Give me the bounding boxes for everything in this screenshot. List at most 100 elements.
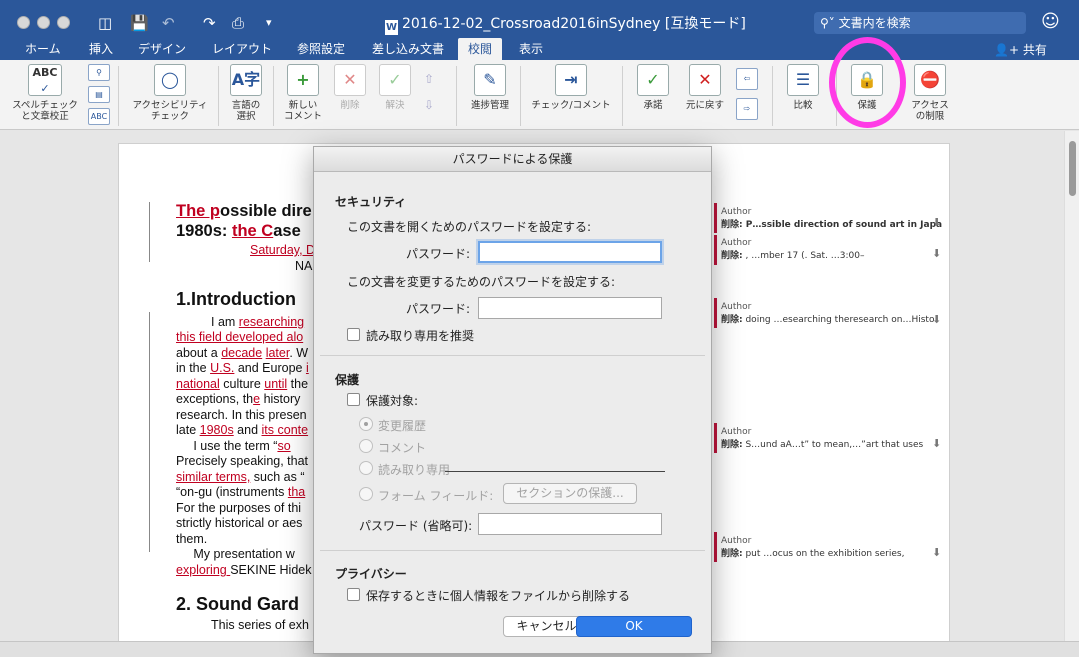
tab-insert[interactable]: 挿入	[89, 38, 113, 60]
password-protection-dialog: パスワードによる保護 セキュリティ この文書を開くためのパスワードを設定する: …	[313, 146, 712, 654]
comment-balloon[interactable]: Author 削除: P…ssible direction of sound ar…	[721, 207, 942, 230]
search-icon: ⚲˅	[820, 16, 839, 30]
accept-icon: ✓	[637, 64, 669, 96]
comment-balloon[interactable]: Author 削除: S…und aA…t” to mean,…”art that…	[721, 427, 923, 450]
ok-button[interactable]: OK	[576, 616, 692, 637]
document-search-input[interactable]: ⚲˅ 文書内を検索	[814, 12, 1026, 34]
radio-comments[interactable]	[359, 439, 373, 453]
comment-expand-icon[interactable]: ⬇	[932, 216, 941, 229]
restrict-access-button[interactable]: ⛔ アクセス の制限	[902, 64, 958, 122]
readonly-recommend-label: 読み取り専用を推奨	[366, 329, 475, 343]
remove-personal-info-checkbox[interactable]	[347, 588, 360, 601]
comment-balloon[interactable]: Author 削除: put …ocus on the exhibition se…	[721, 536, 904, 559]
password-label: パスワード:	[406, 302, 471, 316]
tab-references[interactable]: 参照設定	[297, 38, 345, 60]
smart-lookup-icon[interactable]: ⚲	[88, 64, 110, 81]
accept-button[interactable]: ✓ 承諾	[628, 64, 678, 111]
new-comment-button[interactable]: + 新しい コメント	[280, 64, 326, 122]
delete-comment-icon: ✕	[334, 64, 366, 96]
accessibility-icon: ◯	[154, 64, 186, 96]
vertical-scrollbar[interactable]	[1064, 131, 1079, 641]
track-changes-button[interactable]: ✎ 進捗管理	[462, 64, 518, 111]
spelling-grammar-button[interactable]: ABC ✓ スペルチェック と文章校正	[10, 64, 80, 122]
ribbon-divider	[520, 66, 521, 126]
ribbon-divider	[273, 66, 274, 126]
modify-password-label: この文書を変更するためのパスワードを設定する:	[347, 275, 616, 289]
resolve-comment-button[interactable]: ✓ 解決	[375, 64, 415, 111]
protection-heading: 保護	[335, 373, 360, 387]
tab-design[interactable]: デザイン	[138, 38, 186, 60]
comment-expand-icon[interactable]: ⬇	[932, 313, 941, 326]
body-line: about a decade later. W	[176, 346, 309, 360]
sidebar-toggle-icon[interactable]: ◫	[98, 14, 112, 32]
reject-button[interactable]: ✕ 元に戻す	[682, 64, 728, 111]
share-button[interactable]: 👤+ 共有	[994, 41, 1047, 58]
delete-comment-button[interactable]: ✕ 削除	[330, 64, 370, 111]
radio-form-fields[interactable]	[359, 487, 373, 501]
body-line: late 1980s and its conte	[176, 423, 309, 437]
zoom-window-button[interactable]	[57, 16, 70, 29]
doc-title-line1: The possible dire	[176, 202, 312, 220]
close-window-button[interactable]	[17, 16, 30, 29]
language-button[interactable]: A字 言語の 選択	[224, 64, 268, 122]
track-changes-icon: ✎	[474, 64, 506, 96]
radio-readonly[interactable]	[359, 461, 373, 475]
print-icon[interactable]: ⎙	[232, 14, 244, 32]
minimize-window-button[interactable]	[37, 16, 50, 29]
protect-target-checkbox[interactable]	[347, 393, 360, 406]
review-ribbon: ABC ✓ スペルチェック と文章校正 ⚲ ▤ ABC ◯ アクセシビリティ チェ…	[0, 60, 1079, 130]
optional-password-label: パスワード (省略可):	[359, 519, 473, 533]
save-icon[interactable]: 💾	[130, 14, 149, 32]
tab-home[interactable]: ホーム	[25, 38, 61, 60]
new-comment-icon: +	[287, 64, 319, 96]
radio-track-changes[interactable]	[359, 417, 373, 431]
comment-expand-icon[interactable]: ⬇	[932, 437, 941, 450]
tab-mailings[interactable]: 差し込み文書	[372, 38, 444, 60]
radio-form-fields-label: フォーム フィールド:	[378, 489, 494, 503]
remove-personal-info-label: 保存するときに個人情報をファイルから削除する	[366, 589, 631, 603]
previous-comment-icon[interactable]: ⇧	[424, 72, 434, 86]
smiley-feedback-icon[interactable]: ☺	[1041, 11, 1060, 32]
modify-password-input[interactable]	[478, 297, 662, 319]
next-change-icon[interactable]: ⇨	[736, 98, 758, 120]
thesaurus-icon[interactable]: ▤	[88, 86, 110, 103]
comment-expand-icon[interactable]: ⬇	[932, 546, 941, 559]
next-comment-icon[interactable]: ⇩	[424, 98, 434, 112]
heading-introduction: 1.Introduction	[176, 289, 296, 309]
privacy-heading: プライバシー	[335, 567, 407, 581]
comment-marker	[714, 423, 717, 453]
open-password-input[interactable]	[478, 241, 662, 263]
compare-button[interactable]: ☰ 比較	[778, 64, 828, 111]
check-comment-button[interactable]: ⇥ チェック/コメント	[526, 64, 616, 111]
protect-target-label: 保護対象:	[366, 394, 419, 408]
comment-expand-icon[interactable]: ⬇	[932, 247, 941, 260]
comment-balloon[interactable]: Author 削除: doing …esearching theresearch …	[721, 302, 934, 325]
redo-icon[interactable]: ↷	[203, 14, 216, 32]
tab-view[interactable]: 表示	[519, 38, 543, 60]
readonly-recommend-checkbox[interactable]	[347, 328, 360, 341]
dialog-underline	[445, 471, 665, 472]
section-protect-button[interactable]: セクションの保護...	[503, 483, 637, 504]
track-changes-label: 進捗管理	[470, 100, 509, 111]
compare-icon: ☰	[787, 64, 819, 96]
compare-label: 比較	[793, 100, 813, 111]
protection-password-input[interactable]	[478, 513, 662, 535]
new-comment-label: 新しい コメント	[283, 100, 322, 122]
spellcheck-icon: ABC ✓	[28, 64, 62, 96]
undo-icon[interactable]: ↶	[162, 14, 175, 32]
tab-layout[interactable]: レイアウト	[212, 38, 272, 60]
search-placeholder: 文書内を検索	[838, 16, 911, 30]
ribbon-divider	[118, 66, 119, 126]
word-count-icon[interactable]: ABC	[88, 108, 110, 125]
body-line: My presentation w	[176, 547, 295, 561]
scrollbar-thumb[interactable]	[1069, 141, 1076, 196]
open-password-label: この文書を開くためのパスワードを設定する:	[347, 220, 592, 234]
previous-change-icon[interactable]: ⇦	[736, 68, 758, 90]
tab-review[interactable]: 校閲	[458, 38, 503, 60]
accessibility-check-button[interactable]: ◯ アクセシビリティ チェック	[128, 64, 212, 122]
ribbon-divider	[456, 66, 457, 126]
comment-balloon[interactable]: Author 削除: , …mber 17 (. Sat. …3:00–	[721, 238, 865, 261]
change-bar	[149, 312, 150, 552]
highlight-circle	[829, 37, 906, 128]
customize-toolbar-icon[interactable]: ▾	[266, 14, 272, 32]
